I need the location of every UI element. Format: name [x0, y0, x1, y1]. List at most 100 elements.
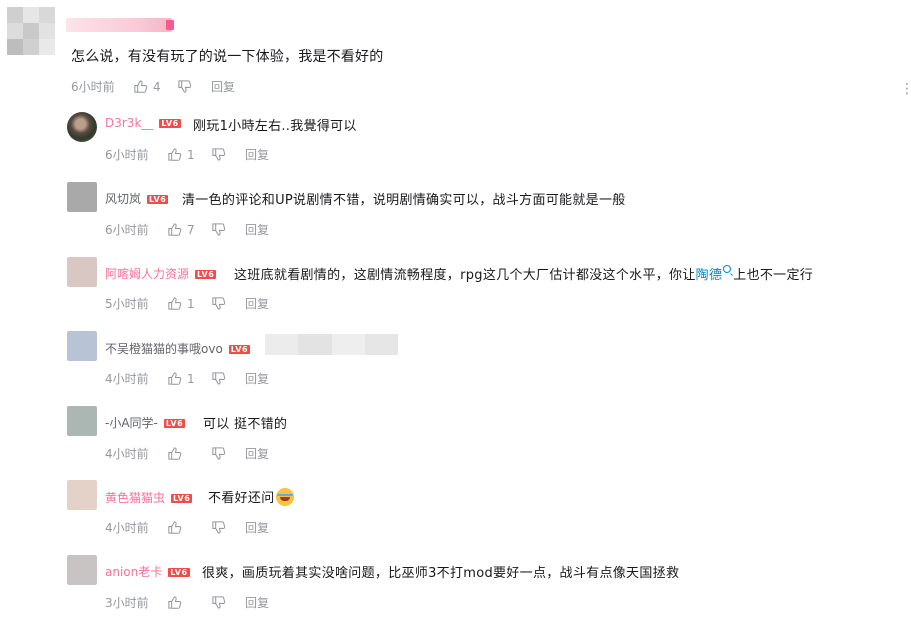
reply-avatar[interactable] — [67, 406, 97, 436]
like-button[interactable] — [167, 520, 211, 535]
like-button[interactable]: 7 — [167, 222, 211, 237]
laughing-tears-emoji-icon — [275, 488, 294, 506]
thumbs-up-icon — [168, 148, 182, 161]
reply-username[interactable]: 不吴橙猫猫的事哦ovo LV6 — [105, 340, 251, 357]
username-text[interactable]: D3r3k__ — [105, 116, 153, 130]
like-button[interactable] — [167, 446, 211, 461]
reply-text: 不看好还问 — [208, 487, 294, 506]
thumbs-up-icon — [134, 80, 148, 93]
dislike-button[interactable] — [211, 446, 245, 461]
reply-text: 这班底就看剧情的，这剧情流畅程度，rpg这几个大厂估计都没这个水平，你让陶德 上也… — [234, 264, 813, 283]
comment-time: 6小时前 — [71, 80, 115, 94]
like-count: 1 — [187, 296, 195, 311]
like-button[interactable]: 1 — [167, 147, 211, 162]
reply-button[interactable]: 回复 — [245, 370, 269, 387]
like-count: 7 — [187, 222, 195, 237]
thumbs-up-icon — [168, 447, 182, 460]
level-badge: LV6 — [228, 345, 251, 354]
top-comment-avatar[interactable] — [7, 7, 55, 55]
redacted-reply-text — [265, 334, 398, 355]
comment-time: 6小时前 — [105, 148, 149, 162]
reply-meta: 4小时前 1 回复 — [105, 370, 269, 387]
like-count: 4 — [153, 79, 161, 94]
reply-avatar[interactable] — [67, 112, 97, 142]
level-badge: LV6 — [168, 568, 190, 577]
reply-username[interactable]: 黄色猫猫虫 LV6 — [105, 489, 193, 506]
thumbs-up-icon — [168, 297, 182, 310]
top-comment-meta: 6小时前 4 回复 — [71, 78, 235, 95]
reply-avatar[interactable] — [67, 480, 97, 510]
reply-text: 清一色的评论和UP说剧情不错，说明剧情确实可以，战斗方面可能就是一般 — [182, 193, 626, 208]
top-comment-username-redacted[interactable] — [66, 18, 174, 32]
username-text[interactable]: 阿喀姆人力资源 — [105, 267, 189, 281]
comment-time: 4小时前 — [105, 521, 149, 535]
reply-meta: 6小时前 1 回复 — [105, 146, 269, 163]
reply-meta: 6小时前 7 回复 — [105, 221, 269, 238]
reply-text: 刚玩1小時左右..我覺得可以 — [193, 119, 357, 134]
like-button[interactable] — [167, 595, 211, 610]
level-badge: LV6 — [171, 494, 193, 503]
thumbs-down-icon — [212, 297, 226, 310]
dislike-button[interactable] — [211, 371, 245, 386]
reply-text: 可以 挺不错的 — [203, 417, 288, 432]
level-badge — [166, 20, 174, 30]
reply-meta: 3小时前 回复 — [105, 594, 269, 611]
comment-time: 4小时前 — [105, 447, 149, 461]
reply-avatar[interactable] — [67, 182, 97, 212]
like-button[interactable]: 4 — [133, 79, 177, 94]
reply-avatar[interactable] — [67, 555, 97, 585]
username-text[interactable]: -小A同学- — [105, 416, 158, 430]
reply-button[interactable]: 回复 — [245, 295, 269, 312]
search-link[interactable]: 陶德 — [696, 265, 734, 283]
more-dots-icon[interactable]: ⋮ — [900, 81, 911, 97]
reply-username[interactable]: D3r3k__ LV6 — [105, 116, 181, 130]
thumbs-up-icon — [168, 223, 182, 236]
like-button[interactable]: 1 — [167, 371, 211, 386]
username-text[interactable]: 黄色猫猫虫 — [105, 491, 165, 505]
reply-meta: 4小时前 回复 — [105, 445, 269, 462]
level-badge: LV6 — [147, 195, 169, 204]
reply-avatar[interactable] — [67, 331, 97, 361]
reply-button[interactable]: 回复 — [245, 221, 269, 238]
reply-button[interactable]: 回复 — [245, 445, 269, 462]
reply-text: 很爽，画质玩着其实没啥问题，比巫师3不打mod要好一点，战斗有点像天国拯救 — [202, 566, 680, 581]
reply-button[interactable]: 回复 — [245, 519, 269, 536]
reply-username[interactable]: anion老卡 LV6 — [105, 563, 190, 580]
thumbs-down-icon — [212, 521, 226, 534]
thumbs-down-icon — [212, 596, 226, 609]
reply-button[interactable]: 回复 — [211, 78, 235, 95]
username-text[interactable]: anion老卡 — [105, 565, 162, 579]
thumbs-down-icon — [212, 148, 226, 161]
username-text[interactable]: 不吴橙猫猫的事哦ovo — [105, 342, 223, 356]
comment-time: 4小时前 — [105, 372, 149, 386]
dislike-button[interactable] — [211, 520, 245, 535]
dislike-button[interactable] — [177, 79, 211, 94]
reply-text-end: 上也不一定行 — [733, 268, 814, 283]
search-icon — [723, 265, 732, 273]
reply-username[interactable]: 阿喀姆人力资源 LV6 — [105, 265, 217, 282]
username-text[interactable]: 风切岚 — [105, 192, 141, 206]
like-button[interactable]: 1 — [167, 296, 211, 311]
reply-username[interactable]: -小A同学- LV6 — [105, 414, 186, 431]
reply-text-start: 这班底就看剧情的，这剧情流畅程度，rpg这几个大厂估计都没这个水平，你让 — [234, 268, 696, 283]
reply-avatar[interactable] — [67, 257, 97, 287]
thumbs-up-icon — [168, 521, 182, 534]
dislike-button[interactable] — [211, 296, 245, 311]
reply-button[interactable]: 回复 — [245, 146, 269, 163]
dislike-button[interactable] — [211, 222, 245, 237]
like-count: 1 — [187, 147, 195, 162]
link-text[interactable]: 陶德 — [696, 268, 723, 283]
top-comment-text: 怎么说，有没有玩了的说一下体验，我是不看好的 — [71, 49, 384, 65]
level-badge: LV6 — [163, 419, 186, 428]
dislike-button[interactable] — [211, 595, 245, 610]
thumbs-down-icon — [212, 372, 226, 385]
thumbs-down-icon — [178, 80, 192, 93]
reply-meta: 5小时前 1 回复 — [105, 295, 269, 312]
reply-button[interactable]: 回复 — [245, 594, 269, 611]
reply-username[interactable]: 风切岚 LV6 — [105, 190, 169, 207]
like-count: 1 — [187, 371, 195, 386]
thumbs-up-icon — [168, 372, 182, 385]
reply-meta: 4小时前 回复 — [105, 519, 269, 536]
dislike-button[interactable] — [211, 147, 245, 162]
thumbs-down-icon — [212, 447, 226, 460]
